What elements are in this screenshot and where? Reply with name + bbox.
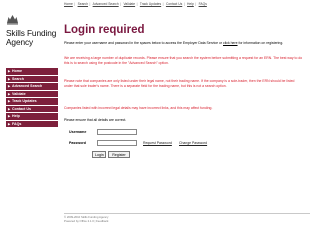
password-input[interactable]: [97, 140, 137, 146]
arrow-right-icon: ▶: [8, 76, 11, 81]
sidebar-item-advanced-search[interactable]: ▶ Advanced Search: [6, 83, 58, 91]
sidebar-item-label: Advanced Search: [12, 84, 43, 88]
footer-divider: [64, 213, 310, 214]
topnav-advanced-search[interactable]: Advanced Search: [93, 2, 119, 6]
topnav-track-updates[interactable]: Track Updates: [140, 2, 161, 6]
sidebar-item-label: Search: [12, 76, 24, 81]
nav-separator: |: [136, 2, 138, 6]
sidebar-item-validate[interactable]: ▶ Validate: [6, 90, 58, 98]
topnav-help[interactable]: Help: [187, 2, 194, 6]
topnav-contact-us[interactable]: Contact Us: [166, 2, 182, 6]
page-title: Login required: [64, 24, 145, 36]
duplicate-warning: We are receiving a large number of dupli…: [64, 56, 303, 65]
sidebar-item-label: Contact Us: [12, 106, 31, 111]
intro-text-a: Please enter your username and password …: [64, 41, 223, 45]
nav-separator: |: [74, 2, 76, 6]
arrow-right-icon: ▶: [8, 106, 11, 111]
change-password-link[interactable]: Change Password: [179, 141, 207, 146]
arrow-right-icon: ▶: [8, 121, 11, 126]
sidebar-item-label: FAQs: [12, 121, 22, 126]
sidebar-item-label: Help: [12, 114, 20, 118]
arrow-right-icon: ▶: [8, 69, 11, 73]
nav-separator: |: [120, 2, 122, 6]
nav-separator: |: [195, 2, 197, 6]
nav-separator: |: [183, 2, 185, 6]
password-label: Password: [69, 141, 86, 145]
sidebar-item-faqs[interactable]: ▶ FAQs: [6, 120, 58, 128]
arrow-right-icon: ▶: [8, 91, 11, 96]
sidebar-item-help[interactable]: ▶ Help: [6, 113, 58, 121]
top-nav: Home | Search | Advanced Search | Validate |…: [64, 2, 207, 6]
brand-name[interactable]: Skills Funding Agency: [6, 28, 58, 48]
sidebar: ▶ Home ▶ Search ▶ Advanced Search ▶ Validate…: [6, 68, 58, 128]
incorrect-details-warning: Companies listed with incorrect legal de…: [64, 106, 213, 110]
legal-name-warning: Please note that companies are only list…: [64, 79, 295, 88]
topnav-home[interactable]: Home: [64, 2, 73, 6]
topnav-faqs[interactable]: FAQs: [199, 2, 207, 6]
sidebar-item-label: Home: [12, 69, 22, 73]
arrow-right-icon: ▶: [8, 84, 11, 88]
sidebar-item-contact-us[interactable]: ▶ Contact Us: [6, 105, 58, 113]
sidebar-item-label: Track Updates: [12, 99, 37, 103]
brand-line-2: Agency: [6, 37, 34, 48]
request-password-link[interactable]: Request Password: [143, 141, 172, 146]
topnav-validate[interactable]: Validate: [123, 2, 135, 6]
royal-crest-icon: [7, 15, 18, 25]
intro-text-b: for information on registering.: [238, 41, 284, 45]
register-info-link[interactable]: click here: [223, 41, 238, 45]
sidebar-item-home[interactable]: ▶ Home: [6, 68, 58, 76]
sidebar-item-label: Validate: [12, 91, 26, 96]
arrow-right-icon: ▶: [8, 99, 11, 103]
sidebar-item-track-updates[interactable]: ▶ Track Updates: [6, 98, 58, 106]
login-button[interactable]: Login: [92, 151, 106, 158]
intro-text: Please enter your username and password …: [64, 41, 304, 46]
check-details-text: Please ensure that all details are corre…: [64, 118, 127, 122]
main-content: Login required: [64, 24, 304, 36]
powered-by-text: Powered by Office 2.1.0 | Feedback: [64, 219, 109, 223]
topnav-search[interactable]: Search: [78, 2, 88, 6]
username-input[interactable]: [97, 129, 137, 135]
sidebar-item-search[interactable]: ▶ Search: [6, 75, 58, 83]
arrow-right-icon: ▶: [8, 114, 11, 118]
username-label: Username: [69, 130, 87, 134]
register-button[interactable]: Register: [108, 151, 130, 158]
nav-separator: |: [162, 2, 164, 6]
nav-separator: |: [89, 2, 91, 6]
